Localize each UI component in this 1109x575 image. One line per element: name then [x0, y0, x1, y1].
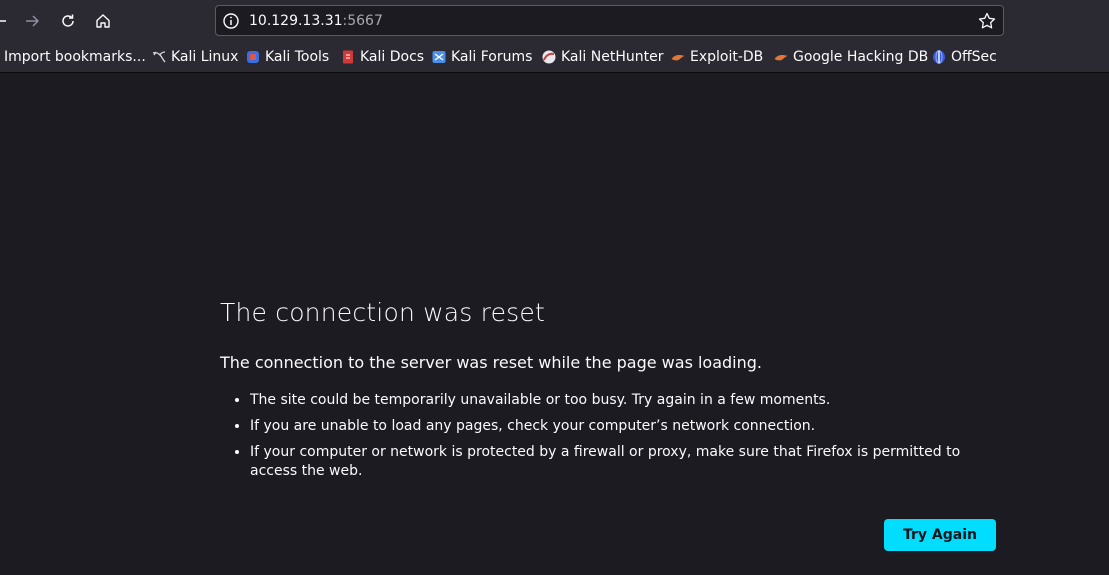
bookmark-kali-tools[interactable]: Kali Tools [245, 47, 329, 67]
reload-icon [62, 14, 74, 27]
list-item: If you are unable to load any pages, che… [250, 417, 1000, 436]
bookmark-google-hacking-db-label: Google Hacking DB [793, 49, 929, 65]
list-item: If your computer or network is protected… [250, 443, 1000, 481]
error-suggestions: The site could be temporarily unavailabl… [220, 391, 1000, 488]
bookmark-kali-forums-label: Kali Forums [451, 49, 533, 65]
bookmark-kali-linux-label: Kali Linux [171, 49, 239, 65]
exploit-db-icon [671, 55, 685, 61]
bookmark-kali-docs[interactable]: Kali Docs [340, 47, 424, 67]
forward-icon [26, 15, 40, 27]
bookmark-kali-docs-label: Kali Docs [360, 49, 425, 65]
home-button[interactable] [89, 7, 117, 35]
error-page: The connection was reset The connection … [0, 73, 1109, 575]
kali-docs-icon [343, 50, 353, 64]
error-title: The connection was reset [220, 298, 545, 327]
bookmark-import[interactable]: Import bookmarks... [4, 47, 146, 67]
kali-dragon-icon [152, 51, 166, 63]
home-icon [96, 14, 110, 28]
browser-toolbar: 10.129.13.31:5667 [0, 0, 1109, 42]
bookmark-google-hacking-db[interactable]: Google Hacking DB [773, 47, 928, 67]
kali-tools-icon [247, 51, 259, 63]
forward-button[interactable] [18, 7, 46, 35]
bookmark-kali-nethunter-label: Kali NetHunter [561, 49, 664, 65]
url-bar[interactable]: 10.129.13.31:5667 [215, 5, 1004, 36]
info-icon[interactable] [222, 12, 240, 30]
url-port: :5667 [342, 13, 383, 29]
list-item: The site could be temporarily unavailabl… [250, 391, 1000, 410]
kali-nethunter-icon [542, 50, 556, 64]
bookmark-exploit-db[interactable]: Exploit-DB [670, 47, 763, 67]
back-button[interactable] [0, 7, 14, 35]
bookmark-kali-forums[interactable]: Kali Forums [431, 47, 532, 67]
bookmark-import-label: Import bookmarks... [4, 49, 146, 65]
url-host: 10.129.13.31 [249, 13, 343, 29]
ghdb-icon [774, 55, 788, 61]
bookmarks-toolbar: Import bookmarks... Kali Linux Kali Tool… [0, 42, 1109, 73]
error-description: The connection to the server was reset w… [220, 353, 763, 372]
offsec-icon [933, 50, 945, 64]
kali-forums-icon [432, 51, 446, 63]
bookmark-kali-nethunter[interactable]: Kali NetHunter [541, 47, 663, 67]
bookmark-kali-linux[interactable]: Kali Linux [151, 47, 238, 67]
bookmark-kali-tools-label: Kali Tools [265, 49, 330, 65]
reload-button[interactable] [54, 7, 82, 35]
url-text[interactable]: 10.129.13.31:5667 [249, 12, 383, 30]
bookmark-exploit-db-label: Exploit-DB [690, 49, 764, 65]
back-icon [0, 20, 6, 22]
bookmark-offsec-label: OffSec [951, 49, 997, 65]
bookmark-offsec[interactable]: OffSec [931, 47, 997, 67]
try-again-button[interactable]: Try Again [884, 519, 996, 551]
star-icon[interactable] [977, 11, 997, 31]
